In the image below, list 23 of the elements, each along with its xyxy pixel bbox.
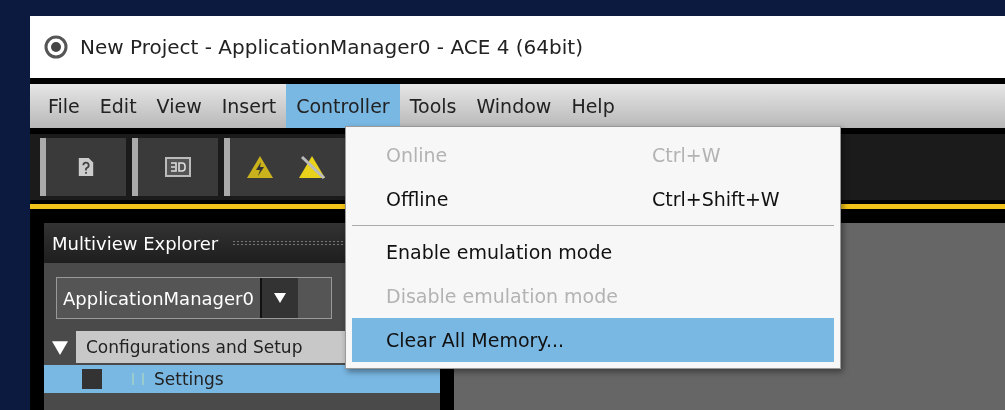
3d-view-icon[interactable] [165,157,191,177]
warning-lightning-icon[interactable] [246,155,274,179]
help-document-icon[interactable] [77,156,95,178]
tree-item[interactable]: Settings [44,365,440,393]
expander-icon[interactable] [52,339,68,355]
menu-item[interactable]: Controller [286,84,400,128]
menu-item[interactable]: Insert [211,84,287,128]
tree-item-label: Settings [154,369,224,389]
menu-item[interactable]: Window [466,84,562,128]
menu-item[interactable]: Edit [89,84,147,128]
app-logo-icon [44,35,68,59]
menu-item[interactable]: Help [561,84,625,128]
warning-crossed-icon[interactable] [298,155,326,179]
device-dropdown[interactable]: ApplicationManager0 [56,277,332,319]
caret-icon [273,293,286,303]
menu-item[interactable]: Clear All Memory... [352,318,834,362]
menu-item[interactable]: Enable emulation mode [352,230,834,274]
menu-item[interactable]: Offline Ctrl+Shift+W [352,177,834,221]
menu-item[interactable]: View [146,84,212,128]
menu-item[interactable]: File [38,84,90,128]
panel-title: Multiview Explorer [52,232,219,254]
window-title: New Project - ApplicationManager0 - ACE 4 (64bit) [80,35,583,59]
menu-item[interactable]: Tools [399,84,467,128]
